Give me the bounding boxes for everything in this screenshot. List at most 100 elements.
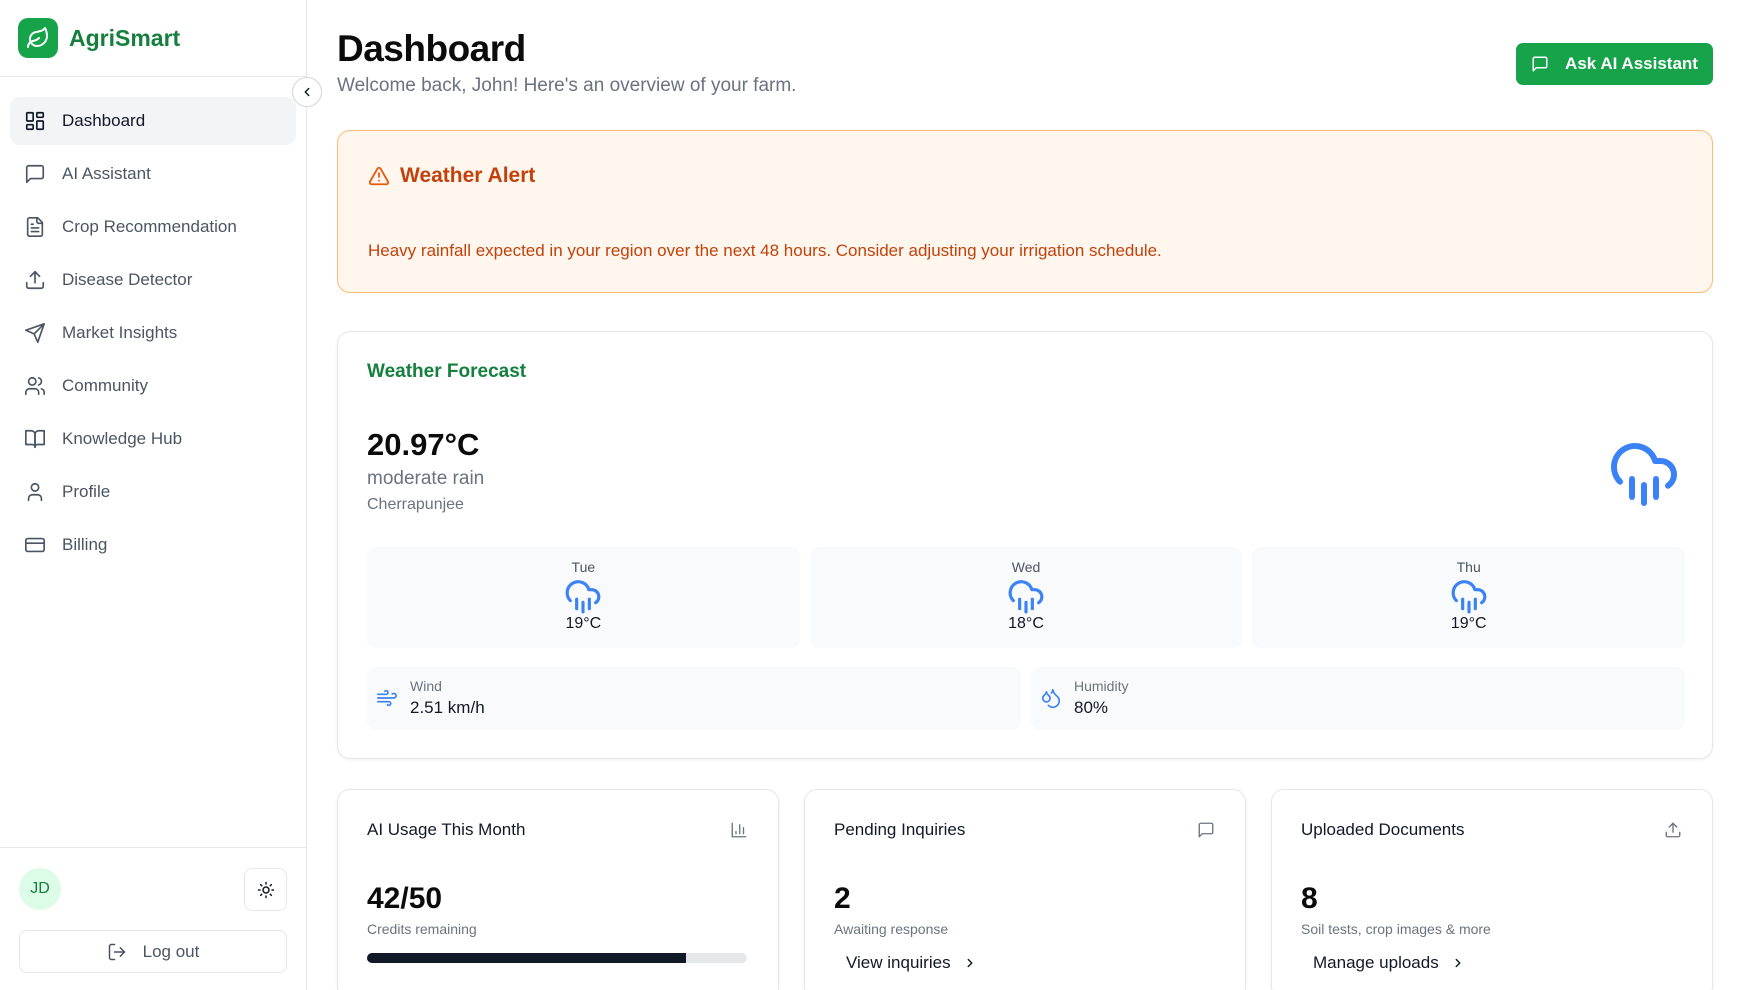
bar-chart-icon xyxy=(731,822,747,838)
sidebar-nav: Dashboard AI Assistant Crop Recommendati… xyxy=(0,77,306,569)
main-content: Dashboard Welcome back, John! Here's an … xyxy=(337,0,1713,990)
sidebar-item-label: Dashboard xyxy=(62,111,146,130)
card-subtitle: Soil tests, crop images & more xyxy=(1301,921,1491,937)
theme-toggle-button[interactable] xyxy=(244,868,287,911)
weather-forecast-card: Weather Forecast 20.97°C moderate rain C… xyxy=(337,331,1713,759)
card-subtitle: Awaiting response xyxy=(834,921,949,937)
sidebar-item-crop-recommendation[interactable]: Crop Recommendation xyxy=(10,203,296,251)
user-icon xyxy=(27,482,43,502)
sidebar-item-label: Profile xyxy=(62,482,111,501)
logout-button[interactable]: Log out xyxy=(19,930,287,973)
sidebar-item-dashboard[interactable]: Dashboard xyxy=(10,97,296,145)
book-open-icon xyxy=(25,429,45,449)
sun-icon xyxy=(257,881,274,898)
weather-metrics: Wind 2.51 km/h Humidity 80% xyxy=(367,667,1685,730)
upload-icon xyxy=(1665,822,1681,838)
manage-uploads-link[interactable]: Manage uploads xyxy=(1313,953,1465,973)
forecast-day: Tue 19°C xyxy=(367,547,800,648)
sidebar-item-billing[interactable]: Billing xyxy=(10,521,296,569)
daily-forecast: Tue 19°C Wed 18°C Thu 19°C xyxy=(367,547,1686,648)
ask-ai-assistant-button[interactable]: Ask AI Assistant xyxy=(1516,43,1713,85)
forecast-day: Wed 18°C xyxy=(809,547,1243,648)
sidebar-item-label: Knowledge Hub xyxy=(62,429,183,448)
sidebar-item-market-insights[interactable]: Market Insights xyxy=(10,309,296,357)
sidebar-item-label: Market Insights xyxy=(62,323,178,342)
alert-message: Heavy rainfall expected in your region o… xyxy=(368,241,1162,260)
logout-label: Log out xyxy=(142,941,200,961)
sidebar-item-community[interactable]: Community xyxy=(10,362,296,410)
link-label: View inquiries xyxy=(846,953,951,972)
brand-name: AgriSmart xyxy=(69,24,181,51)
day-name: Tue xyxy=(571,559,596,575)
card-value: 2 xyxy=(834,882,851,915)
usage-progress-bar xyxy=(367,953,747,963)
credit-card-icon xyxy=(25,537,45,553)
forecast-day: Thu 19°C xyxy=(1252,547,1686,648)
sidebar-item-disease-detector[interactable]: Disease Detector xyxy=(10,256,296,304)
humidity-label: Humidity xyxy=(1074,678,1129,694)
humidity-metric: Humidity 80% xyxy=(1031,667,1685,730)
sidebar-item-label: Billing xyxy=(62,535,108,554)
day-name: Thu xyxy=(1456,559,1481,575)
sidebar: AgriSmart Dashboard AI Assistant Crop Re… xyxy=(0,0,322,990)
users-icon xyxy=(25,376,45,396)
sidebar-footer: JD Log out xyxy=(0,847,306,990)
message-square-icon xyxy=(1532,56,1548,72)
humidity-value: 80% xyxy=(1074,698,1109,717)
card-title: Uploaded Documents xyxy=(1301,820,1465,839)
card-subtitle: Credits remaining xyxy=(367,921,477,937)
upload-icon xyxy=(25,270,45,290)
droplets-icon xyxy=(1041,688,1061,708)
day-temperature: 19°C xyxy=(1450,615,1487,632)
weather-location: Cherrapunjee xyxy=(367,496,464,513)
stats-cards: AI Usage This Month 42/50 Credits remain… xyxy=(337,789,1713,990)
send-icon xyxy=(25,323,45,343)
wind-metric: Wind 2.51 km/h xyxy=(367,667,1021,730)
chevron-right-icon xyxy=(1455,958,1461,968)
page-subtitle: Welcome back, John! Here's an overview o… xyxy=(337,75,797,96)
brand[interactable]: AgriSmart xyxy=(0,0,306,77)
sidebar-item-label: AI Assistant xyxy=(62,164,151,183)
sidebar-item-label: Disease Detector xyxy=(62,270,193,289)
warning-triangle-icon xyxy=(368,166,390,186)
link-label: Manage uploads xyxy=(1313,953,1439,972)
file-text-icon xyxy=(26,217,44,237)
sidebar-item-knowledge-hub[interactable]: Knowledge Hub xyxy=(10,415,296,463)
avatar[interactable]: JD xyxy=(19,868,61,910)
view-inquiries-link[interactable]: View inquiries xyxy=(846,953,977,973)
sidebar-item-ai-assistant[interactable]: AI Assistant xyxy=(10,150,296,198)
layout-grid-icon xyxy=(25,111,45,131)
page-title: Dashboard xyxy=(337,28,526,69)
day-temperature: 19°C xyxy=(565,615,602,632)
usage-progress-fill xyxy=(367,953,687,963)
weather-condition: moderate rain xyxy=(367,468,485,489)
weather-alert: Weather Alert Heavy rainfall expected in… xyxy=(337,130,1713,293)
sidebar-item-label: Crop Recommendation xyxy=(62,217,237,236)
alert-title: Weather Alert xyxy=(400,164,536,187)
day-temperature: 18°C xyxy=(1008,615,1044,632)
uploaded-documents-card: Uploaded Documents 8 Soil tests, crop im… xyxy=(1271,789,1713,990)
message-square-icon xyxy=(1198,822,1214,838)
cloud-rain-icon xyxy=(565,580,601,614)
chevron-right-icon xyxy=(967,958,973,968)
leaf-icon xyxy=(18,18,58,58)
cloud-rain-icon xyxy=(1008,580,1044,614)
cloud-rain-icon xyxy=(1611,443,1677,506)
wind-value: 2.51 km/h xyxy=(410,698,485,717)
chevron-left-icon xyxy=(304,87,310,97)
cloud-rain-icon xyxy=(1451,580,1487,614)
log-out-icon xyxy=(108,943,125,960)
day-name: Wed xyxy=(1011,559,1041,575)
alert-header: Weather Alert xyxy=(368,164,535,188)
ask-button-label: Ask AI Assistant xyxy=(1565,54,1698,73)
card-value: 42/50 xyxy=(367,882,443,915)
sidebar-item-profile[interactable]: Profile xyxy=(10,468,296,516)
card-title: AI Usage This Month xyxy=(367,820,526,839)
wind-icon xyxy=(377,689,397,707)
card-title: Pending Inquiries xyxy=(834,820,966,839)
pending-inquiries-card: Pending Inquiries 2 Awaiting response Vi… xyxy=(804,789,1246,990)
forecast-title: Weather Forecast xyxy=(367,361,527,382)
sidebar-item-label: Community xyxy=(62,376,148,395)
ai-usage-card: AI Usage This Month 42/50 Credits remain… xyxy=(337,789,779,990)
collapse-sidebar-button[interactable] xyxy=(292,77,322,107)
